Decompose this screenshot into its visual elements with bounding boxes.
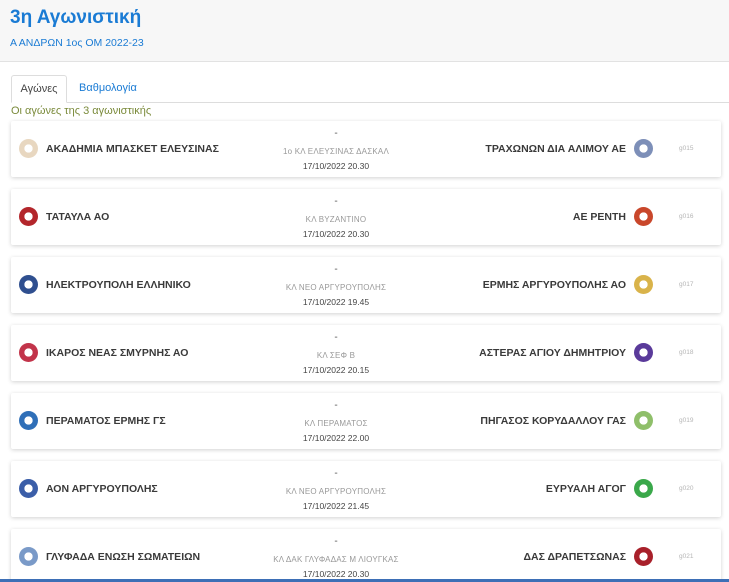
- match-card[interactable]: ΑΟΝ ΑΡΓΥΡΟΥΠΟΛΗΣ - ΚΛ ΝΕΟ ΑΡΓΥΡΟΥΠΟΛΗΣ 1…: [11, 461, 721, 517]
- match-datetime: 17/10/2022 20.30: [302, 229, 370, 239]
- away-team-logo-icon: [634, 411, 653, 430]
- home-team-logo-icon: [19, 207, 38, 226]
- away-team-logo-icon: [634, 479, 653, 498]
- match-card[interactable]: ΓΛΥΦΑΔΑ ΕΝΩΣΗ ΣΩΜΑΤΕΙΩΝ - ΚΛ ΔΑΚ ΓΛΥΦΑΔΑ…: [11, 529, 721, 582]
- match-venue: ΚΛ ΝΕΟ ΑΡΓΥΡΟΥΠΟΛΗΣ: [285, 487, 387, 496]
- match-score: -: [334, 400, 338, 411]
- home-team-logo-icon: [19, 547, 38, 566]
- match-card[interactable]: ΗΛΕΚΤΡΟΥΠΟΛΗ ΕΛΛΗΝΙΚΟ - ΚΛ ΝΕΟ ΑΡΓΥΡΟΥΠΟ…: [11, 257, 721, 313]
- match-venue: ΚΛ ΔΑΚ ΓΛΥΦΑΔΑΣ Μ ΛΙΟΥΓΚΑΣ: [273, 555, 399, 564]
- match-venue: ΚΛ ΝΕΟ ΑΡΓΥΡΟΥΠΟΛΗΣ: [285, 283, 387, 292]
- away-team-logo-icon: [634, 343, 653, 362]
- match-datetime: 17/10/2022 22.00: [302, 433, 370, 443]
- match-score: -: [334, 128, 338, 139]
- match-card[interactable]: ΠΕΡΑΜΑΤΟΣ ΕΡΜΗΣ ΓΣ - ΚΛ ΠΕΡΑΜΑΤΟΣ 17/10/…: [11, 393, 721, 449]
- away-team-name[interactable]: ΠΗΓΑΣΟΣ ΚΟΡΥΔΑΛΛΟΥ ΓΑΣ: [480, 415, 626, 427]
- match-venue: 1ο ΚΛ ΕΛΕΥΣΙΝΑΣ ΔΑΣΚΑΛ: [283, 147, 389, 156]
- home-team-name[interactable]: ΑΟΝ ΑΡΓΥΡΟΥΠΟΛΗΣ: [46, 483, 158, 495]
- match-code[interactable]: g016: [679, 213, 693, 220]
- match-venue: ΚΛ ΒΥΖΑΝΤΙΝΟ: [305, 215, 367, 224]
- away-team-logo-icon: [634, 547, 653, 566]
- match-venue: ΚΛ ΠΕΡΑΜΑΤΟΣ: [304, 419, 368, 428]
- home-team-name[interactable]: ΓΛΥΦΑΔΑ ΕΝΩΣΗ ΣΩΜΑΤΕΙΩΝ: [46, 551, 200, 563]
- match-score: -: [334, 264, 338, 275]
- away-team-logo-icon: [634, 275, 653, 294]
- home-team-name[interactable]: ΙΚΑΡΟΣ ΝΕΑΣ ΣΜΥΡΝΗΣ ΑΟ: [46, 347, 188, 359]
- match-code[interactable]: g021: [679, 553, 693, 560]
- home-team-name[interactable]: ΤΑΤΑΥΛΑ ΑΟ: [46, 211, 109, 223]
- home-team-logo-icon: [19, 343, 38, 362]
- away-team-name[interactable]: ΤΡΑΧΩΝΩΝ ΔΙΑ ΑΛΙΜΟΥ ΑΕ: [485, 143, 626, 155]
- away-team-name[interactable]: ΕΡΜΗΣ ΑΡΓΥΡΟΥΠΟΛΗΣ ΑΟ: [483, 279, 626, 291]
- match-venue: ΚΛ ΣΕΦ Β: [316, 351, 356, 360]
- match-score: -: [334, 196, 338, 207]
- tab-bar: Αγώνες Βαθμολογία: [11, 75, 729, 103]
- match-card[interactable]: ΤΑΤΑΥΛΑ ΑΟ - ΚΛ ΒΥΖΑΝΤΙΝΟ 17/10/2022 20.…: [11, 189, 721, 245]
- page-subtitle: Α ΑΝΔΡΩΝ 1ος ΟΜ 2022-23: [10, 37, 144, 49]
- match-score: -: [334, 468, 338, 479]
- away-team-name[interactable]: ΑΕ ΡΕΝΤΗ: [573, 211, 626, 223]
- match-card[interactable]: ΑΚΑΔΗΜΙΑ ΜΠΑΣΚΕΤ ΕΛΕΥΣΙΝΑΣ - 1ο ΚΛ ΕΛΕΥΣ…: [11, 121, 721, 177]
- away-team-logo-icon: [634, 207, 653, 226]
- away-team-logo-icon: [634, 139, 653, 158]
- match-datetime: 17/10/2022 21.45: [302, 501, 370, 511]
- home-team-logo-icon: [19, 479, 38, 498]
- matches-subheading: Οι αγώνες της 3 αγωνιστικής: [11, 105, 152, 117]
- tab-standings[interactable]: Βαθμολογία: [68, 75, 148, 103]
- home-team-name[interactable]: ΗΛΕΚΤΡΟΥΠΟΛΗ ΕΛΛΗΝΙΚΟ: [46, 279, 191, 291]
- match-score: -: [334, 332, 338, 343]
- match-code[interactable]: g019: [679, 417, 693, 424]
- away-team-name[interactable]: ΔΑΣ ΔΡΑΠΕΤΣΩΝΑΣ: [524, 551, 627, 563]
- page-header: 3η Αγωνιστική Α ΑΝΔΡΩΝ 1ος ΟΜ 2022-23: [0, 0, 729, 62]
- match-code[interactable]: g018: [679, 349, 693, 356]
- page-title: 3η Αγωνιστική: [10, 7, 142, 28]
- match-code[interactable]: g020: [679, 485, 693, 492]
- match-datetime: 17/10/2022 20.30: [302, 569, 370, 579]
- away-team-name[interactable]: ΕΥΡΥΑΛΗ ΑΓΟΓ: [546, 483, 626, 495]
- match-code[interactable]: g015: [679, 145, 693, 152]
- match-code[interactable]: g017: [679, 281, 693, 288]
- match-card[interactable]: ΙΚΑΡΟΣ ΝΕΑΣ ΣΜΥΡΝΗΣ ΑΟ - ΚΛ ΣΕΦ Β 17/10/…: [11, 325, 721, 381]
- home-team-logo-icon: [19, 275, 38, 294]
- home-team-logo-icon: [19, 139, 38, 158]
- home-team-name[interactable]: ΑΚΑΔΗΜΙΑ ΜΠΑΣΚΕΤ ΕΛΕΥΣΙΝΑΣ: [46, 143, 219, 155]
- home-team-logo-icon: [19, 411, 38, 430]
- match-score: -: [334, 536, 338, 547]
- tab-matches[interactable]: Αγώνες: [11, 75, 67, 103]
- match-datetime: 17/10/2022 20.15: [302, 365, 370, 375]
- match-datetime: 17/10/2022 20.30: [302, 161, 370, 171]
- home-team-name[interactable]: ΠΕΡΑΜΑΤΟΣ ΕΡΜΗΣ ΓΣ: [46, 415, 166, 427]
- away-team-name[interactable]: ΑΣΤΕΡΑΣ ΑΓΙΟΥ ΔΗΜΗΤΡΙΟΥ: [479, 347, 626, 359]
- match-datetime: 17/10/2022 19.45: [302, 297, 370, 307]
